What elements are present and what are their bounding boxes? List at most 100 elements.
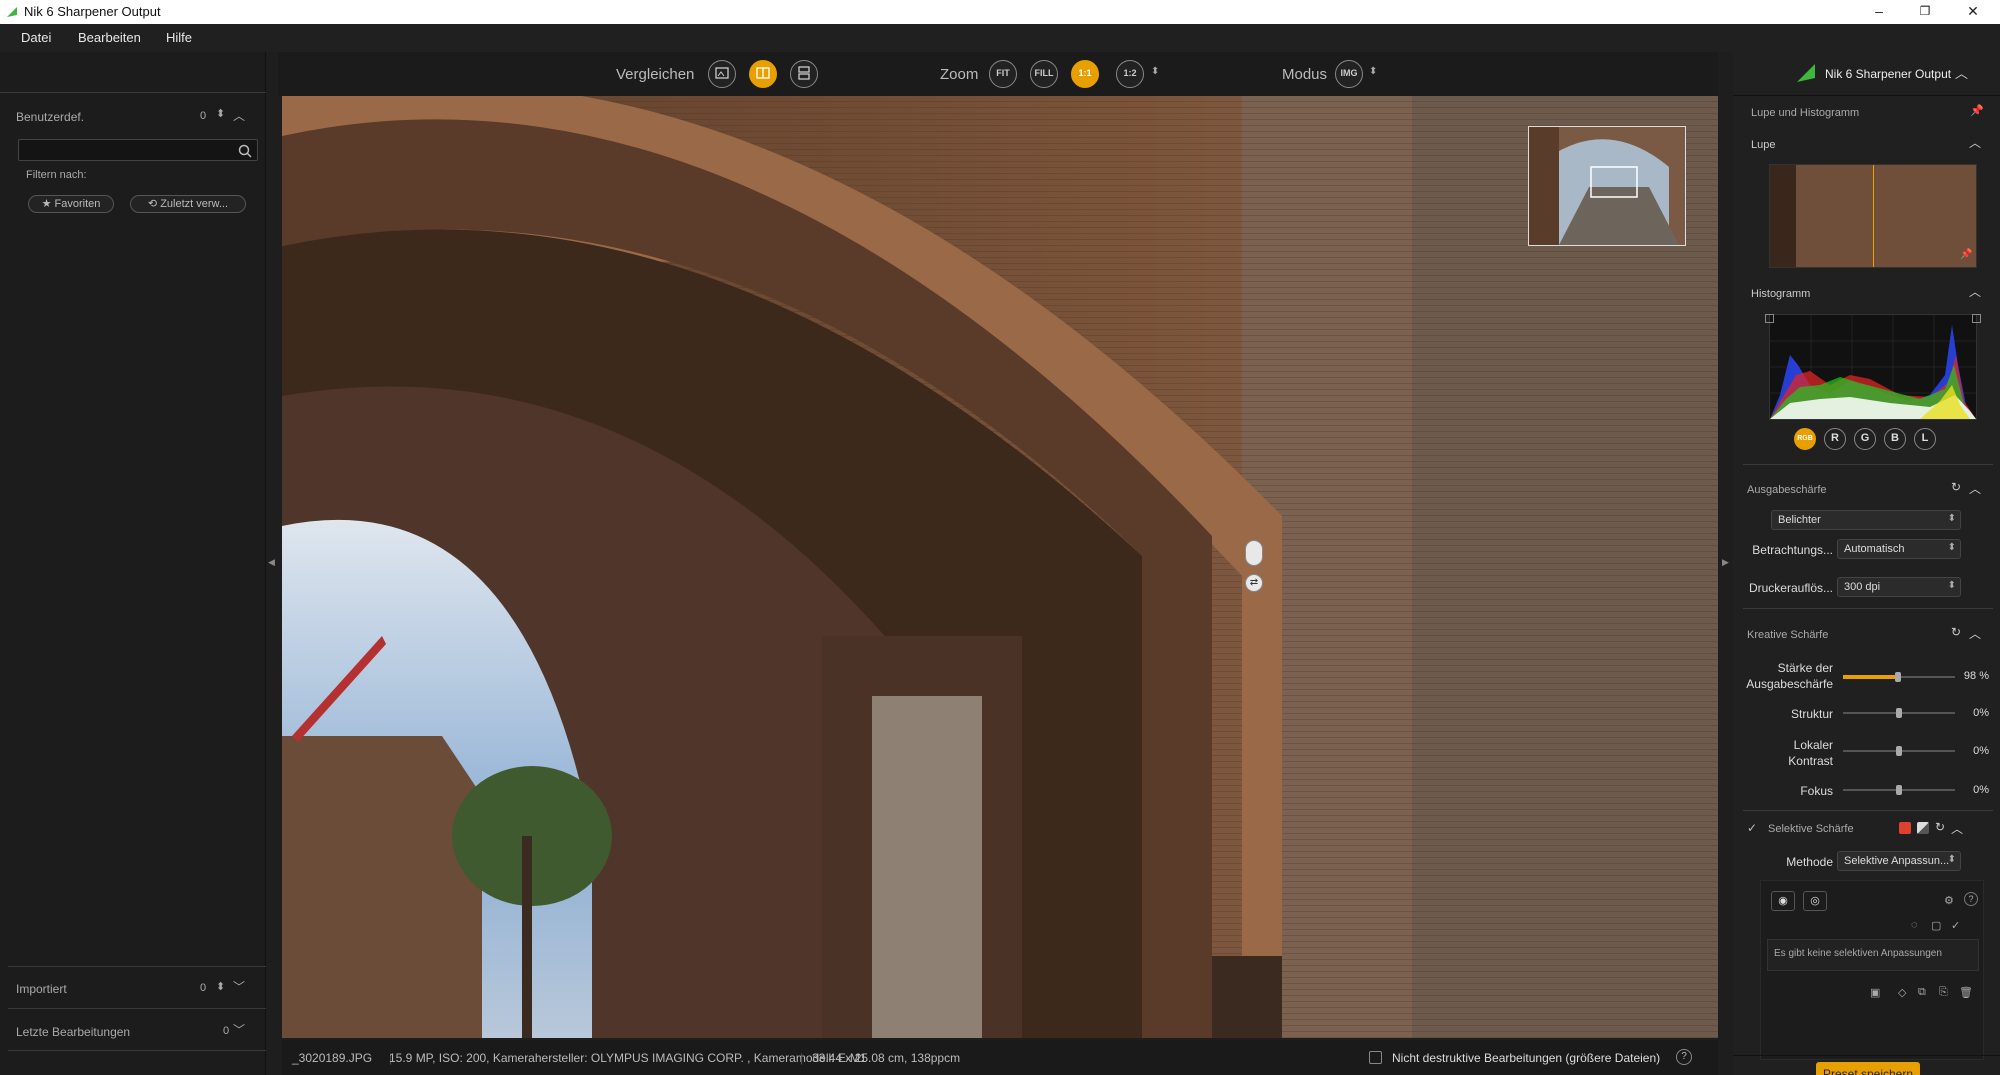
viewing-distance-select[interactable]: Automatisch [1837, 539, 1961, 559]
recent-filter[interactable]: ⟲ Zuletzt verw... [130, 195, 246, 213]
collapse-right-panel-icon[interactable]: ▶ [1722, 557, 1729, 568]
nondestructive-checkbox[interactable] [1369, 1051, 1382, 1064]
custom-presets-count: 0 [200, 110, 207, 122]
pin-icon[interactable]: 📌 [1970, 104, 1984, 117]
delete-icon[interactable]: 🗑 [1959, 986, 1973, 999]
reset-icon[interactable]: ↻ [1935, 820, 1945, 834]
menu-datei[interactable]: Datei [21, 30, 51, 45]
image-info: 15.9 MP, ISO: 200, Kamerahersteller: OLY… [389, 1051, 867, 1065]
search-icon[interactable] [238, 144, 252, 158]
slider-label-strength: Stärke der Ausgabeschärfe [1746, 661, 1833, 691]
brush-icon[interactable]: ◎ [1803, 891, 1827, 911]
channel-r-button[interactable]: R [1824, 428, 1846, 450]
loupe-header: Lupe [1751, 139, 1776, 151]
slider-structure[interactable] [1843, 708, 1955, 718]
collapse-icon[interactable]: ︿ [1969, 480, 1981, 497]
slider-local-contrast[interactable] [1843, 746, 1955, 756]
channel-rgb-button[interactable]: RGB [1794, 428, 1816, 450]
split-view-button[interactable] [749, 60, 777, 88]
collapse-header-icon[interactable]: ︿ [1955, 63, 1968, 82]
collapse-loupe-icon[interactable]: ︿ [1969, 134, 1981, 151]
recent-edits-label[interactable]: Letzte Bearbeitungen [16, 1025, 130, 1039]
maximize-button[interactable]: ❐ [1902, 0, 1948, 24]
zoom-fit-button[interactable]: FIT [989, 60, 1017, 88]
sort-icon[interactable]: ⬍ [216, 107, 225, 120]
collapse-icon[interactable]: ︿ [1969, 625, 1981, 642]
loupe-pin-icon[interactable]: 📌 [1960, 249, 1972, 260]
loupe-preview[interactable]: 📌 [1769, 164, 1977, 268]
reset-icon[interactable]: ↻ [1951, 480, 1961, 494]
divider [8, 1008, 266, 1009]
group-icon[interactable]: ⧉ [1918, 986, 1926, 999]
selective-checkbox[interactable]: ✓ [1747, 821, 1757, 835]
printer-resolution-select[interactable]: 300 dpi [1837, 577, 1961, 597]
mode-stepper-icon[interactable]: ⬍ [1369, 66, 1377, 77]
selective-sharpening-header: Selektive Schärfe [1768, 823, 1854, 835]
slider-focus[interactable] [1843, 785, 1955, 795]
output-type-select[interactable]: Belichter [1771, 510, 1961, 530]
collapse-icon[interactable]: ︿ [1951, 820, 1963, 837]
image-canvas[interactable]: ⇄ [282, 96, 1718, 1038]
zoom-1-1-button[interactable]: 1:1 [1071, 60, 1099, 88]
zoom-stepper-icon[interactable]: ⬍ [1151, 66, 1159, 77]
split-handle[interactable] [1245, 540, 1263, 566]
mode-button[interactable]: IMG [1335, 60, 1363, 88]
menu-bearbeiten[interactable]: Bearbeiten [78, 30, 141, 45]
channel-selector: RGB R G B L [1794, 428, 1954, 452]
import-icon[interactable]: ▣ [1870, 986, 1880, 999]
viewing-distance-label: Betrachtungs... [1752, 543, 1833, 557]
zoom-fill-button[interactable]: FILL [1030, 60, 1058, 88]
menu-hilfe[interactable]: Hilfe [166, 30, 192, 45]
zoom-1-2-button[interactable]: 1:2 [1116, 60, 1144, 88]
control-point-add-icon[interactable]: ◉ [1771, 891, 1795, 911]
highlight-clip-toggle[interactable] [1972, 314, 1981, 323]
close-button[interactable]: ✕ [1950, 0, 1996, 24]
method-select[interactable]: Selektive Anpassun... [1837, 851, 1961, 871]
sort-icon[interactable]: ⬍ [216, 980, 225, 993]
slider-strength-knob[interactable] [1894, 672, 1901, 682]
collapse-left-panel-icon[interactable]: ◀ [268, 557, 275, 568]
color-overlay-icon[interactable] [1899, 822, 1911, 834]
channel-b-button[interactable]: B [1884, 428, 1906, 450]
side-by-side-button[interactable] [790, 60, 818, 88]
single-view-button[interactable] [708, 60, 736, 88]
navigator-thumbnail[interactable] [1528, 126, 1686, 246]
divider [1743, 464, 1993, 465]
help-icon[interactable]: ? [1964, 892, 1978, 906]
apply-icon[interactable]: ✓ [1951, 919, 1960, 932]
recent-edits-count: 0 [223, 1025, 230, 1037]
imported-label[interactable]: Importiert [16, 982, 67, 996]
lasso-icon[interactable]: ◌ [1911, 919, 1918, 931]
slider-structure-knob[interactable] [1896, 708, 1902, 718]
slider-strength[interactable] [1843, 672, 1955, 682]
channel-l-button[interactable]: L [1914, 428, 1936, 450]
settings-icon[interactable]: ⚙ [1944, 894, 1954, 907]
navigator-image [1529, 127, 1685, 245]
visibility-icon[interactable]: ◇ [1898, 986, 1906, 999]
loupe-dark-area [1770, 165, 1796, 267]
rectangle-icon[interactable]: ▢ [1931, 919, 1941, 932]
slider-label-local-contrast: Lokaler Kontrast [1788, 738, 1833, 768]
slider-value-focus: 0% [1973, 784, 1989, 796]
favorites-filter[interactable]: ★ Favoriten [28, 195, 114, 213]
duplicate-icon[interactable]: ⎘ [1939, 986, 1948, 999]
mask-view-icon[interactable] [1917, 822, 1929, 834]
search-input[interactable] [18, 139, 258, 161]
collapse-icon[interactable]: ︿ [233, 107, 245, 124]
expand-icon[interactable]: ﹀ [233, 1021, 245, 1038]
reset-icon[interactable]: ↻ [1951, 625, 1961, 639]
swap-split-icon[interactable]: ⇄ [1245, 574, 1263, 592]
expand-icon[interactable]: ﹀ [233, 978, 245, 995]
help-icon[interactable]: ? [1676, 1049, 1692, 1065]
channel-g-button[interactable]: G [1854, 428, 1876, 450]
minimize-button[interactable]: – [1856, 0, 1902, 24]
right-collapse-strip[interactable]: ▶ [1718, 52, 1732, 1075]
slider-local-contrast-knob[interactable] [1896, 746, 1902, 756]
status-bar: _3020189.JPG | 15.9 MP, ISO: 200, Kamera… [282, 1040, 1718, 1075]
slider-focus-knob[interactable] [1896, 785, 1902, 795]
selective-adjustments-panel: ◉ ◎ ⚙ ? ◌ ▢ ✓ Es gibt keine selektiven A… [1760, 880, 1984, 1060]
divider [1743, 608, 1993, 609]
shadow-clip-toggle[interactable] [1765, 314, 1774, 323]
collapse-histogram-icon[interactable]: ︿ [1969, 283, 1981, 300]
save-preset-button[interactable]: Preset speichern [1816, 1062, 1920, 1075]
